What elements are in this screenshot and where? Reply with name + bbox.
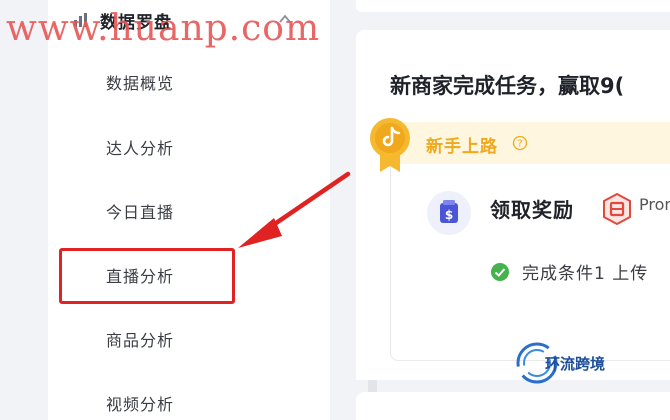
reward-title: 领取奖励 bbox=[490, 198, 574, 222]
tiktok-medal-icon bbox=[370, 118, 410, 172]
sidebar-item-video-analysis[interactable]: 视频分析 bbox=[106, 393, 174, 417]
bottom-card bbox=[356, 392, 670, 420]
svg-text:?: ? bbox=[517, 139, 522, 150]
annotation-highlight-box bbox=[59, 248, 235, 304]
promotion-badge-icon bbox=[603, 192, 631, 226]
sidebar-item-product-analysis[interactable]: 商品分析 bbox=[106, 329, 174, 353]
task-title: 新商家完成任务，赢取9( bbox=[390, 74, 625, 98]
svg-text:环流跨境: 环流跨境 bbox=[545, 355, 605, 373]
brand-logo: 环流跨境 bbox=[516, 342, 605, 384]
banner-label: 新手上路 bbox=[426, 137, 498, 157]
check-circle-icon bbox=[491, 263, 509, 281]
beginner-banner: 新手上路 ? bbox=[390, 122, 670, 164]
sidebar-item-data-overview[interactable]: 数据概览 bbox=[106, 72, 174, 96]
watermark-text: www.huanp.com bbox=[6, 8, 321, 49]
svg-text:$: $ bbox=[445, 208, 453, 222]
promotion-label: Pron bbox=[639, 195, 670, 214]
wallet-icon: $ bbox=[427, 191, 471, 235]
sidebar-item-influencer-analysis[interactable]: 达人分析 bbox=[106, 137, 174, 161]
sidebar-item-today-live[interactable]: 今日直播 bbox=[106, 201, 174, 225]
annotation-arrow-icon bbox=[238, 171, 351, 248]
help-icon[interactable]: ? bbox=[512, 135, 528, 151]
condition-text: 完成条件1 上传 bbox=[522, 264, 649, 284]
top-card bbox=[356, 0, 670, 12]
